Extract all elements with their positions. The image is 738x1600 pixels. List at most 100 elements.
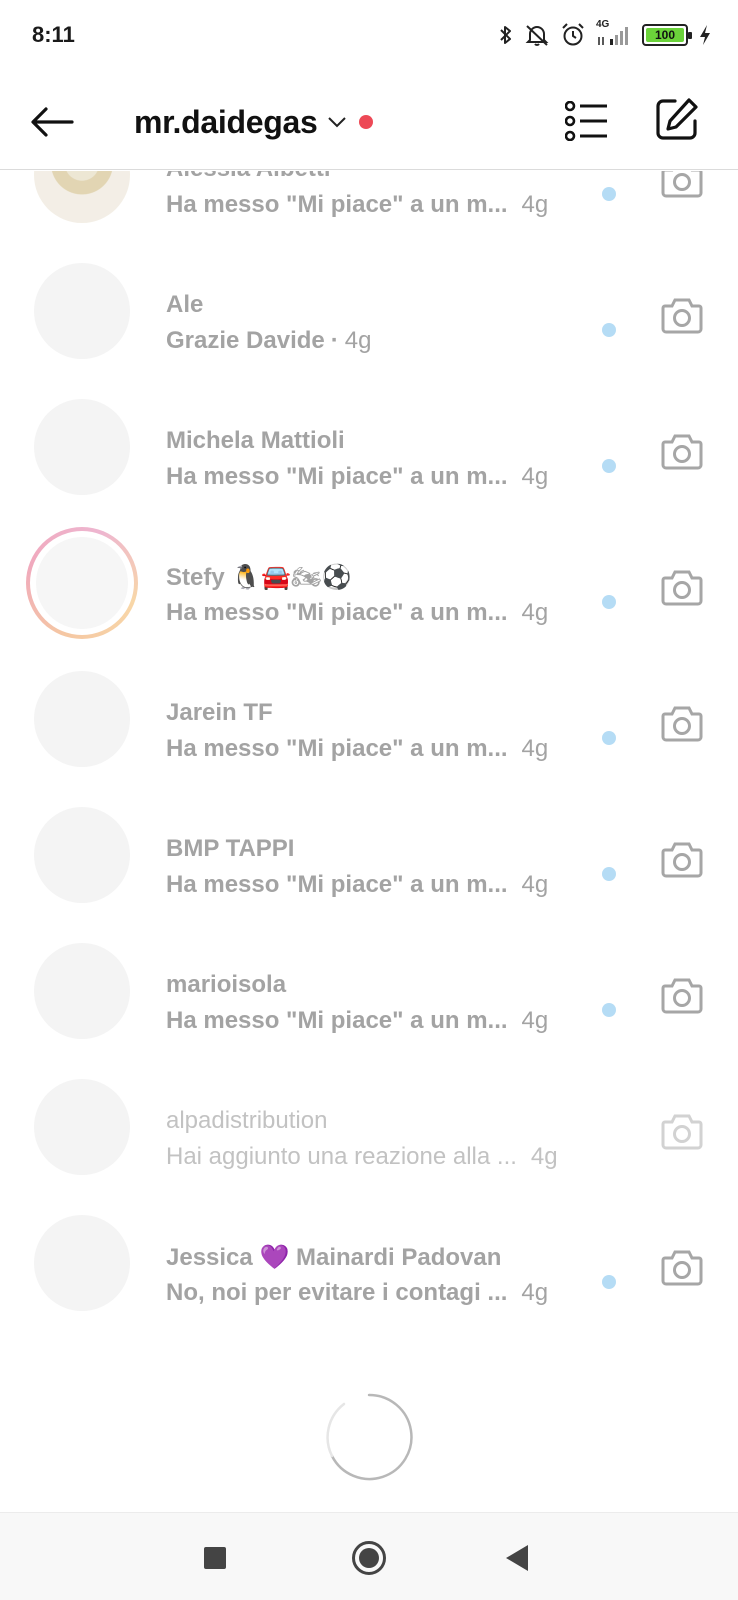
thread-name: alpadistribution xyxy=(166,1107,328,1134)
thread-name: BMP TAPPI xyxy=(166,835,295,862)
status-time: 8:11 xyxy=(32,22,75,47)
thread-time: 4g xyxy=(521,1279,549,1306)
avatar xyxy=(36,537,128,629)
avatar xyxy=(34,263,130,359)
camera-icon xyxy=(661,298,703,334)
square-icon[interactable] xyxy=(204,1547,226,1569)
camera-button[interactable] xyxy=(658,293,706,337)
network-type: 4G xyxy=(596,19,610,30)
unread-dot xyxy=(602,867,616,881)
avatar xyxy=(34,1215,130,1311)
thread-name: Stefy 🐧🚘🏍⚽ xyxy=(166,563,352,591)
thread-preview: Hai aggiunto una reazione alla ... 4g xyxy=(166,1143,558,1170)
camera-icon xyxy=(661,570,703,606)
avatar xyxy=(34,671,130,767)
camera-button[interactable] xyxy=(658,1109,706,1153)
triangle-back-icon[interactable] xyxy=(506,1545,528,1571)
thread-time: 4g xyxy=(530,1143,558,1170)
thread-name: Jessica 💜 Mainardi Padovan xyxy=(166,1243,502,1271)
name-emoji: 💜 xyxy=(259,1243,290,1271)
avatar xyxy=(34,807,130,903)
thread-time: 4g xyxy=(521,191,549,218)
camera-button[interactable] xyxy=(658,701,706,745)
thread-row[interactable]: BMP TAPPI Ha messo "Mi piace" a un m... 4… xyxy=(0,787,738,923)
avatar xyxy=(34,943,130,1039)
unread-dot xyxy=(602,1003,616,1017)
camera-icon xyxy=(661,1250,703,1286)
thread-preview: Ha messo "Mi piace" a un m... 4g xyxy=(166,463,549,490)
thread-preview: No, noi per evitare i contagi ... 4g xyxy=(166,1279,549,1306)
avatar xyxy=(34,1079,130,1175)
system-nav-bar xyxy=(0,1512,738,1600)
avatar xyxy=(34,171,130,223)
notification-dot xyxy=(359,115,374,129)
battery-level: 100 xyxy=(654,28,676,42)
thread-time: 4g xyxy=(521,599,549,626)
camera-button[interactable] xyxy=(658,565,706,609)
camera-icon xyxy=(661,978,703,1014)
thread-row[interactable]: Jessica 💜 Mainardi Padovan No, noi per e… xyxy=(0,1195,738,1331)
compose-icon xyxy=(656,98,698,140)
signal-icon: 4G xyxy=(596,19,632,47)
thread-row[interactable]: Stefy 🐧🚘🏍⚽ Ha messo "Mi piace" a un m...… xyxy=(0,515,738,651)
thread-time: 4g xyxy=(521,463,549,490)
thread-row[interactable]: Michela Mattioli Ha messo "Mi piace" a u… xyxy=(0,379,738,515)
circle-icon[interactable] xyxy=(352,1541,386,1575)
unread-dot xyxy=(602,1275,616,1289)
list-button[interactable] xyxy=(562,96,612,146)
unread-dot xyxy=(602,323,616,337)
thread-preview: Grazie Davide · 4g xyxy=(166,327,372,354)
account-name: mr.daidegas xyxy=(134,103,318,140)
camera-button[interactable] xyxy=(658,837,706,881)
unread-dot xyxy=(602,595,616,609)
thread-row[interactable]: Alessia Albetti Ha messo "Mi piace" a un… xyxy=(0,171,738,243)
thread-preview: Ha messo "Mi piace" a un m... 4g xyxy=(166,191,549,218)
thread-preview: Ha messo "Mi piace" a un m... 4g xyxy=(166,599,549,626)
name-emoji: 🐧🚘🏍⚽ xyxy=(231,563,352,591)
thread-time: 4g xyxy=(521,871,549,898)
status-bar: 8:11 4G 100 xyxy=(0,0,738,72)
thread-name: Ale xyxy=(166,291,204,318)
thread-row[interactable]: marioisola Ha messo "Mi piace" a un m...… xyxy=(0,923,738,1059)
status-icons: 4G 100 xyxy=(498,19,712,50)
camera-button[interactable] xyxy=(658,1245,706,1289)
unread-dot xyxy=(602,459,616,473)
bluetooth-icon xyxy=(498,23,514,47)
thread-preview: Ha messo "Mi piace" a un m... 4g xyxy=(166,871,549,898)
thread-list: Alessia Albetti Ha messo "Mi piace" a un… xyxy=(0,171,738,1511)
camera-button[interactable] xyxy=(658,429,706,473)
thread-name: Jarein TF xyxy=(166,699,273,726)
avatar xyxy=(34,399,130,495)
story-ring[interactable] xyxy=(26,527,138,639)
charging-icon xyxy=(698,23,712,47)
thread-time: 4g xyxy=(344,327,372,354)
camera-button[interactable] xyxy=(658,171,706,201)
camera-icon xyxy=(661,434,703,470)
thread-name: Michela Mattioli xyxy=(166,427,345,454)
thread-name: Alessia Albetti xyxy=(166,171,331,183)
camera-icon xyxy=(661,1114,703,1150)
camera-icon xyxy=(661,706,703,742)
unread-dot xyxy=(602,187,616,201)
bell-off-icon xyxy=(524,22,550,48)
camera-button[interactable] xyxy=(658,973,706,1017)
thread-preview: Ha messo "Mi piace" a un m... 4g xyxy=(166,1007,549,1034)
compose-button[interactable] xyxy=(652,94,702,144)
thread-preview: Ha messo "Mi piace" a un m... 4g xyxy=(166,735,549,762)
thread-row[interactable]: Jarein TF Ha messo "Mi piace" a un m... 4… xyxy=(0,651,738,787)
alarm-icon xyxy=(560,22,586,48)
battery-icon: 100 xyxy=(642,24,692,46)
thread-row[interactable]: Ale Grazie Davide · 4g xyxy=(0,243,738,379)
list-icon xyxy=(565,101,607,141)
arrow-left-icon xyxy=(31,107,74,137)
unread-dot xyxy=(602,731,616,745)
inbox-header: mr.daidegas xyxy=(0,72,738,170)
spinner-icon xyxy=(324,1392,414,1482)
thread-time: 4g xyxy=(521,1007,549,1034)
thread-row[interactable]: alpadistribution Hai aggiunto una reazio… xyxy=(0,1059,738,1195)
back-button[interactable] xyxy=(28,98,76,146)
account-switcher[interactable]: mr.daidegas xyxy=(134,96,374,148)
camera-icon xyxy=(661,842,703,878)
chevron-down-icon xyxy=(327,115,347,129)
thread-name: marioisola xyxy=(166,971,287,998)
